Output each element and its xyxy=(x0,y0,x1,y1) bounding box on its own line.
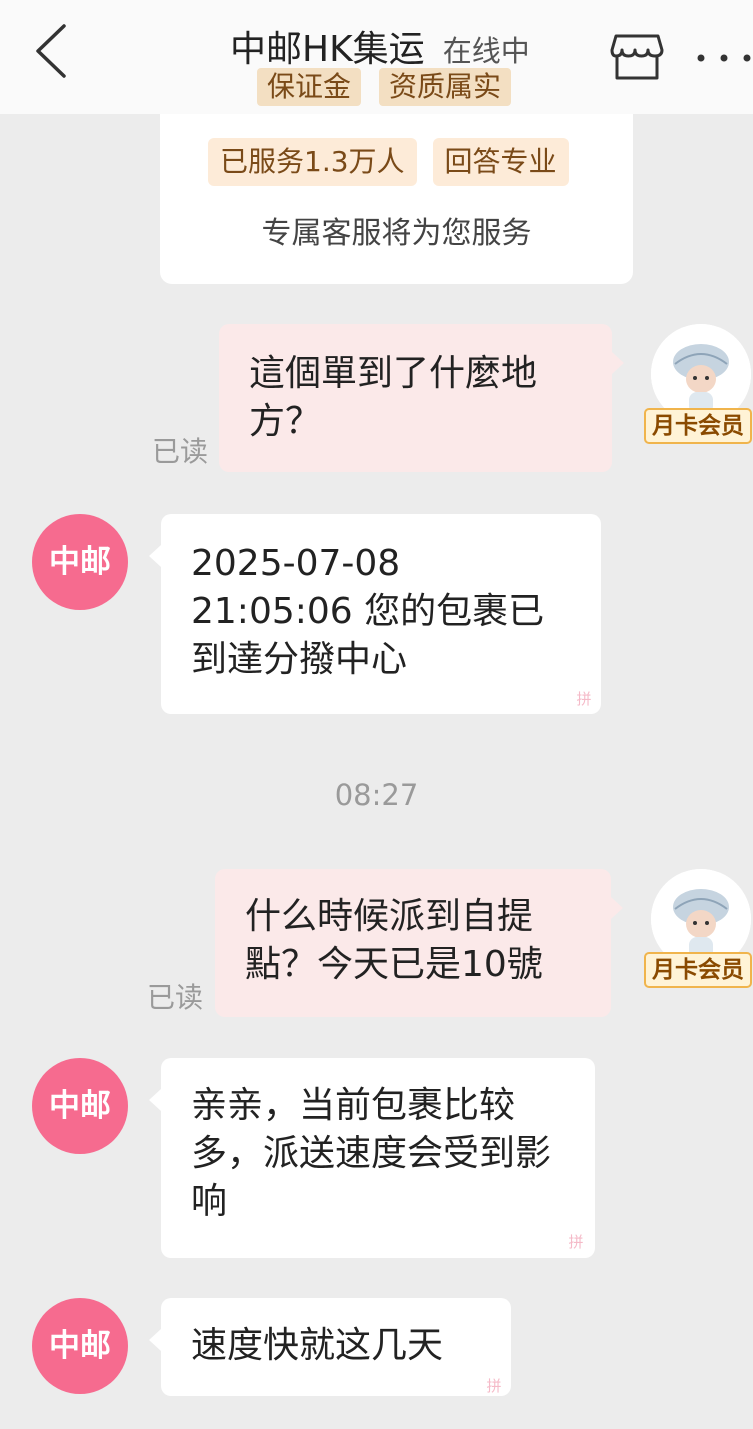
more-button[interactable] xyxy=(695,38,753,78)
shop-title[interactable]: 中邮HK集运 xyxy=(230,20,425,72)
service-tags: 已服务1.3万人 回答专业 xyxy=(208,138,569,186)
bubble-tail xyxy=(611,897,623,919)
bubble-tail xyxy=(149,1329,161,1351)
member-badge: 月卡会员 xyxy=(644,952,752,988)
stamp-icon: 拼 xyxy=(568,1233,584,1251)
shop-icon xyxy=(610,34,664,80)
back-button[interactable] xyxy=(30,22,74,80)
service-notice: 专属客服将为您服务 xyxy=(261,216,532,251)
message-text: 這個單到了什麼地方？ xyxy=(249,353,538,442)
bubble-tail xyxy=(612,352,624,374)
shop-avatar[interactable]: 中邮 xyxy=(32,1058,128,1154)
served-count-tag: 已服务1.3万人 xyxy=(208,138,417,186)
message-text: 亲亲，当前包裹比较多，派送速度会受到影响 xyxy=(191,1085,552,1222)
incoming-message-bubble[interactable]: 速度快就这几天 xyxy=(161,1298,511,1396)
shop-avatar[interactable]: 中邮 xyxy=(32,1298,128,1394)
member-badge: 月卡会员 xyxy=(644,408,752,444)
deposit-badge: 保证金 xyxy=(257,68,362,106)
online-status: 在线中 xyxy=(442,34,530,68)
bubble-tail xyxy=(149,545,161,567)
professional-tag: 回答专业 xyxy=(432,138,569,186)
message-text: 什么時候派到自提點？今天已是10號 xyxy=(245,896,543,985)
incoming-message-bubble[interactable]: 2025-07-08 21:05:06 您的包裹已到達分撥中心 xyxy=(161,514,601,714)
shop-button[interactable] xyxy=(610,30,664,84)
back-arrow-icon xyxy=(36,24,66,78)
outgoing-message-bubble[interactable]: 這個單到了什麼地方？ xyxy=(219,324,612,472)
shop-avatar[interactable]: 中邮 xyxy=(32,514,128,610)
chat-header: 中邮HK集运 在线中 保证金 资质属实 xyxy=(0,0,753,114)
read-receipt: 已读 xyxy=(152,435,209,468)
more-icon xyxy=(697,54,751,62)
chat-timestamp: 08:27 xyxy=(334,778,419,812)
stamp-icon: 拼 xyxy=(486,1377,502,1395)
bubble-tail xyxy=(149,1089,161,1111)
outgoing-message-bubble[interactable]: 什么時候派到自提點？今天已是10號 xyxy=(215,869,611,1017)
verified-badge: 资质属实 xyxy=(379,68,512,106)
read-receipt: 已读 xyxy=(147,981,204,1014)
stamp-icon: 拼 xyxy=(576,690,592,708)
incoming-message-bubble[interactable]: 亲亲，当前包裹比较多，派送速度会受到影响 xyxy=(161,1058,595,1258)
message-text: 2025-07-08 21:05:06 您的包裹已到達分撥中心 xyxy=(191,543,545,680)
title-row: 中邮HK集运 在线中 xyxy=(230,20,530,70)
shop-badges: 保证金 资质属实 xyxy=(257,68,512,106)
service-info-card: 已服务1.3万人 回答专业 专属客服将为您服务 xyxy=(160,114,633,284)
message-text: 速度快就这几天 xyxy=(191,1325,444,1366)
